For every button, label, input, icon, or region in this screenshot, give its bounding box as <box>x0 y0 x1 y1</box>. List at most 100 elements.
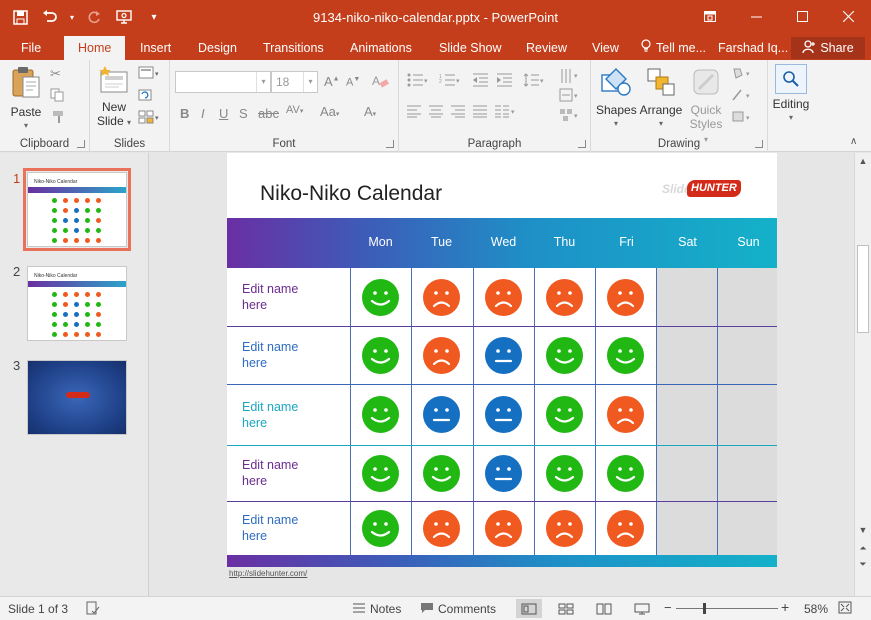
sad-face-icon <box>485 278 522 316</box>
arrange-icon <box>638 67 684 100</box>
tab-view[interactable]: View <box>590 39 621 60</box>
slide-sorter-icon[interactable] <box>553 599 579 618</box>
italic-icon[interactable]: I <box>201 106 205 121</box>
shape-outline-icon[interactable]: ▾ <box>731 88 755 105</box>
thumbnail-slide-2[interactable]: Niko-Niko Calendar <box>27 266 127 341</box>
close-icon[interactable] <box>825 0 871 32</box>
shape-effects-icon[interactable]: ▾ <box>731 110 755 127</box>
maximize-icon[interactable] <box>779 0 825 32</box>
scrollbar-thumb[interactable] <box>857 245 869 333</box>
columns-icon[interactable]: ▾ <box>495 105 519 121</box>
comments-button[interactable]: Comments <box>420 602 496 617</box>
increase-indent-icon[interactable] <box>497 73 513 90</box>
collapse-ribbon-icon[interactable]: ∧ <box>850 136 857 147</box>
underline-icon[interactable]: U <box>219 106 228 121</box>
tab-review[interactable]: Review <box>524 39 569 60</box>
next-slide-icon[interactable]: ⏷ <box>855 559 871 570</box>
zoom-in-icon[interactable]: + <box>781 599 789 615</box>
grow-font-icon[interactable]: A▲ <box>324 74 340 89</box>
minimize-icon[interactable] <box>733 0 779 32</box>
align-center-icon[interactable] <box>429 105 444 121</box>
cut-icon[interactable]: ✂ <box>50 66 61 82</box>
zoom-out-icon[interactable]: − <box>664 600 672 615</box>
restore-icon[interactable] <box>687 0 733 32</box>
font-name-combo[interactable]: ▾ <box>175 71 271 93</box>
layout-icon[interactable]: ▾ <box>138 66 162 83</box>
notes-button[interactable]: Notes <box>352 602 401 617</box>
tab-animations[interactable]: Animations <box>348 39 414 60</box>
tell-me-box[interactable]: Tell me... <box>641 39 706 59</box>
thumbnail-slide-3[interactable] <box>27 360 127 435</box>
zoom-level[interactable]: 58% <box>804 602 828 616</box>
bold-icon[interactable]: B <box>180 106 189 121</box>
text-direction-icon[interactable]: ▾ <box>559 68 583 87</box>
drawing-group-label: Drawing <box>657 138 701 150</box>
thumbnail-slide-1[interactable]: Niko-Niko Calendar <box>23 168 131 251</box>
slideshow-view-icon[interactable] <box>629 599 655 618</box>
font-launcher-icon[interactable] <box>386 140 394 148</box>
section-icon[interactable]: ▾ <box>138 110 162 127</box>
font-name-dropdown-icon[interactable]: ▾ <box>256 72 270 92</box>
quick-styles-button[interactable]: Quick Styles ▾ <box>686 67 726 147</box>
shadow-icon[interactable]: S <box>239 106 248 121</box>
smartart-icon[interactable]: ▾ <box>559 108 583 125</box>
font-color-icon[interactable]: A▾ <box>364 104 376 119</box>
tab-slide-show[interactable]: Slide Show <box>437 39 504 60</box>
character-spacing-icon[interactable]: AV▾ <box>286 104 303 116</box>
font-size-combo[interactable]: 18 ▾ <box>271 71 318 93</box>
tab-design[interactable]: Design <box>196 39 239 60</box>
row-name[interactable]: Edit name here <box>242 457 298 489</box>
share-button[interactable]: Share <box>791 37 865 59</box>
align-left-icon[interactable] <box>407 105 422 121</box>
user-name[interactable]: Farshad Iq... <box>718 39 788 57</box>
tab-file[interactable]: File <box>19 39 43 60</box>
editing-label: Editing <box>772 97 810 111</box>
new-slide-button[interactable]: New Slide ▾ <box>94 66 134 130</box>
normal-view-icon[interactable] <box>516 599 542 618</box>
slide-title[interactable]: Niko-Niko Calendar <box>260 182 442 206</box>
previous-slide-icon[interactable]: ⏶ <box>855 543 871 554</box>
scroll-down-icon[interactable]: ▼ <box>855 525 871 535</box>
tab-transitions[interactable]: Transitions <box>261 39 326 60</box>
clear-formatting-icon[interactable]: A <box>372 73 390 92</box>
strikethrough-icon[interactable]: abc <box>258 106 279 121</box>
align-right-icon[interactable] <box>451 105 466 121</box>
tab-insert[interactable]: Insert <box>138 39 173 60</box>
shapes-button[interactable]: Shapes ▾ <box>596 67 637 131</box>
slide-canvas[interactable]: Niko-Niko Calendar Slide HUNTER Mon Tue … <box>227 153 777 567</box>
justify-icon[interactable] <box>473 105 488 121</box>
decrease-indent-icon[interactable] <box>473 73 489 90</box>
spell-check-icon[interactable] <box>86 601 100 618</box>
tab-home[interactable]: Home <box>64 36 126 60</box>
reading-view-icon[interactable] <box>591 599 617 618</box>
align-text-icon[interactable]: ▾ <box>559 88 583 105</box>
drawing-launcher-icon[interactable] <box>755 140 763 148</box>
row-name[interactable]: Edit name here <box>242 339 298 371</box>
font-size-dropdown-icon[interactable]: ▾ <box>303 72 317 92</box>
arrange-button[interactable]: Arrange ▾ <box>638 67 684 131</box>
editing-button[interactable]: Editing ▾ <box>768 64 814 125</box>
copy-icon[interactable] <box>50 88 66 105</box>
line-spacing-icon[interactable]: ▾ <box>523 73 547 90</box>
reset-icon[interactable] <box>138 88 154 105</box>
change-case-icon[interactable]: Aa▾ <box>320 104 339 119</box>
scroll-up-icon[interactable]: ▲ <box>855 156 871 166</box>
paste-button[interactable]: Paste ▾ <box>8 65 44 133</box>
shrink-font-icon[interactable]: A▼ <box>346 76 360 89</box>
row-name[interactable]: Edit name here <box>242 281 298 313</box>
shape-fill-icon[interactable]: ▾ <box>731 66 755 83</box>
zoom-slider-thumb[interactable] <box>702 603 706 614</box>
bullets-icon[interactable]: ▾ <box>407 73 431 90</box>
row-name[interactable]: Edit name here <box>242 399 298 431</box>
clipboard-launcher-icon[interactable] <box>77 140 85 148</box>
numbering-icon[interactable]: 1 2 ▾ <box>439 73 463 90</box>
fit-to-window-icon[interactable] <box>838 601 852 617</box>
row-name[interactable]: Edit name here <box>242 512 298 544</box>
zoom-slider[interactable] <box>676 608 778 609</box>
thumbnail-face <box>85 322 90 327</box>
svg-text:▾: ▾ <box>155 115 159 122</box>
paragraph-launcher-icon[interactable] <box>578 140 586 148</box>
vertical-scrollbar[interactable]: ▲ ▼ ⏶ ⏷ <box>854 153 871 596</box>
format-painter-icon[interactable] <box>52 110 66 127</box>
source-link[interactable]: http://slidehunter.com/ <box>229 569 307 578</box>
